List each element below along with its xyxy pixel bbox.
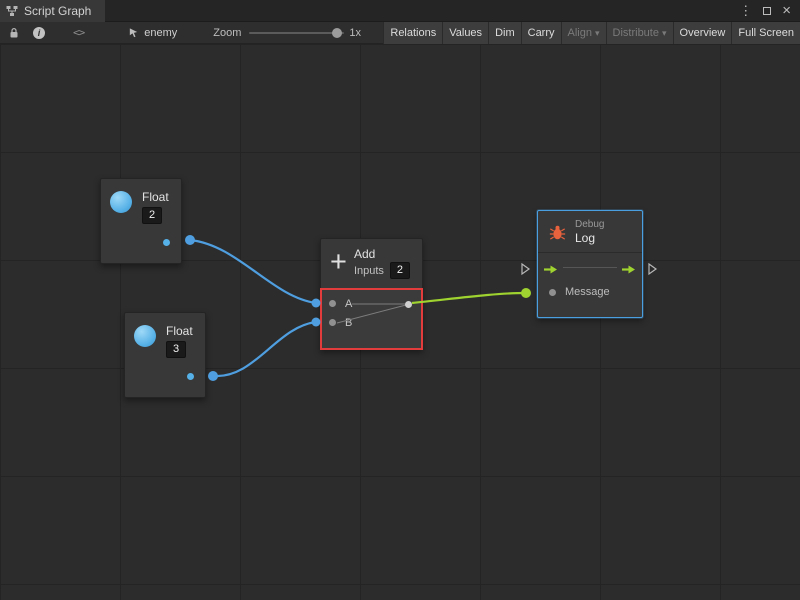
message-input-port[interactable] (549, 289, 556, 296)
wire-float2-to-add-b (213, 322, 316, 376)
float-node-1-header: Float 2 (101, 179, 181, 224)
debug-flow-row (538, 253, 642, 282)
add-port-b-label: B (345, 317, 352, 329)
add-port-a-label: A (345, 298, 352, 310)
add-input-port-a[interactable] (329, 300, 336, 307)
overview-label: Overview (680, 27, 726, 39)
flow-triangle-left[interactable] (520, 262, 531, 281)
toolbar-buttons: Relations Values Dim Carry Align▾ Distri… (383, 22, 800, 44)
wire-float1-to-add-a (190, 240, 316, 303)
graph-toolbar: i <> enemy Zoom 1x Relations Values Dim … (0, 22, 800, 44)
add-node-header: + Add Inputs 2 (321, 239, 422, 279)
add-ports-highlight: A B (320, 288, 423, 350)
add-inputs-count[interactable]: 2 (390, 262, 410, 279)
float-node-2-value[interactable]: 3 (166, 341, 186, 358)
tab-script-graph[interactable]: Script Graph (0, 0, 105, 22)
title-bar: Script Graph ⋮ × (0, 0, 800, 22)
wire-endpoint (521, 288, 531, 298)
relations-button[interactable]: Relations (383, 22, 442, 44)
float-node-2[interactable]: Float 3 (124, 312, 206, 398)
wire-endpoint (185, 235, 195, 245)
flow-triangle-right[interactable] (647, 262, 658, 281)
float-node-1-output-port[interactable] (163, 239, 170, 246)
float-node-2-header: Float 3 (125, 313, 205, 358)
graph-breadcrumb[interactable]: enemy (128, 27, 177, 39)
debug-node-category: Debug (575, 219, 604, 230)
add-port-row-b: B (322, 313, 421, 332)
values-label: Values (449, 27, 482, 39)
add-node[interactable]: + Add Inputs 2 A (320, 238, 423, 350)
graph-canvas[interactable]: Float 2 Float 3 + Add (0, 44, 800, 600)
maximize-icon[interactable] (762, 6, 772, 16)
script-graph-window: Script Graph ⋮ × i <> enemy (0, 0, 800, 600)
add-node-title: Add (354, 248, 410, 260)
carry-button[interactable]: Carry (521, 22, 561, 44)
full-screen-button[interactable]: Full Screen (731, 22, 800, 44)
debug-log-node[interactable]: Debug Log Message (537, 210, 643, 318)
overview-button[interactable]: Overview (673, 22, 732, 44)
kebab-menu-icon[interactable]: ⋮ (739, 0, 752, 22)
add-inputs-label: Inputs (354, 265, 384, 277)
bug-icon (549, 224, 566, 241)
graph-asset-icon (128, 27, 139, 38)
tab-title: Script Graph (24, 4, 91, 18)
align-button[interactable]: Align▾ (561, 22, 606, 44)
window-controls: ⋮ × (739, 0, 800, 22)
plus-icon: + (330, 249, 347, 275)
add-output-port[interactable] (405, 301, 412, 308)
float-node-1-title: Float (142, 191, 169, 203)
add-input-port-b[interactable] (329, 319, 336, 326)
relations-label: Relations (390, 27, 436, 39)
code-icon[interactable]: <> (73, 26, 84, 39)
carry-label: Carry (528, 27, 555, 39)
values-button[interactable]: Values (442, 22, 488, 44)
zoom-slider-track (249, 32, 344, 34)
message-label: Message (565, 286, 610, 298)
flow-output-port[interactable] (621, 262, 637, 280)
script-graph-icon (6, 5, 18, 17)
float-node-1[interactable]: Float 2 (100, 178, 182, 264)
float-node-2-output-port[interactable] (187, 373, 194, 380)
zoom-slider[interactable] (249, 22, 344, 44)
zoom-slider-knob[interactable] (332, 28, 342, 38)
chevron-down-icon: ▾ (595, 28, 600, 39)
float-node-1-value[interactable]: 2 (142, 207, 162, 224)
distribute-label: Distribute (613, 27, 659, 39)
lock-icon[interactable] (5, 22, 23, 44)
dim-label: Dim (495, 27, 515, 39)
zoom-value: 1x (349, 27, 361, 39)
zoom-label: Zoom (213, 27, 241, 39)
dim-button[interactable]: Dim (488, 22, 521, 44)
float-node-2-title: Float (166, 325, 193, 337)
align-label: Align (568, 27, 592, 39)
wire-endpoint (208, 371, 218, 381)
graph-name: enemy (144, 27, 177, 39)
distribute-button[interactable]: Distribute▾ (606, 22, 673, 44)
wire-add-to-debug-message (412, 293, 525, 303)
chevron-down-icon: ▾ (662, 28, 667, 39)
close-icon[interactable]: × (782, 0, 791, 22)
float-icon (110, 191, 132, 213)
float-icon (134, 325, 156, 347)
debug-node-title: Log (575, 231, 604, 245)
debug-message-row: Message (538, 286, 642, 298)
full-screen-label: Full Screen (738, 27, 794, 39)
debug-node-header: Debug Log (538, 211, 642, 253)
flow-input-port[interactable] (543, 262, 559, 280)
info-icon[interactable]: i (33, 27, 45, 39)
